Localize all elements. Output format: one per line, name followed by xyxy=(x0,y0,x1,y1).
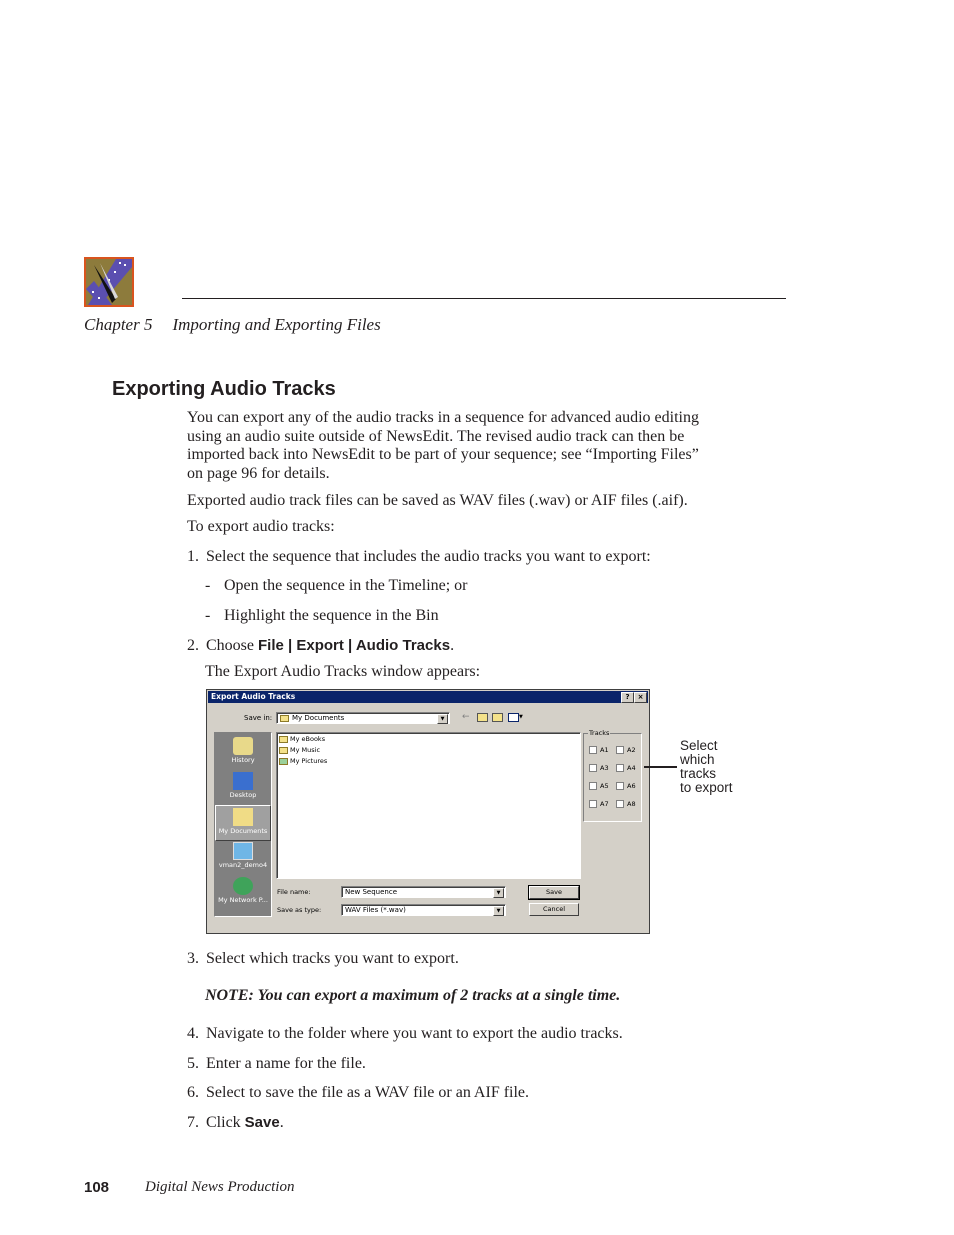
place-my-computer[interactable]: vman2_demo4 xyxy=(215,840,271,876)
track-checkbox-a1[interactable]: A1 xyxy=(589,746,609,754)
track-checkbox-a8[interactable]: A8 xyxy=(616,800,636,808)
save-in-dropdown[interactable]: My Documents ▼ xyxy=(276,712,450,724)
file-item[interactable]: My Music xyxy=(279,746,320,754)
intro-line: imported back into NewsEdit to be part o… xyxy=(187,446,699,463)
save-reference: Save xyxy=(244,1114,280,1131)
book-title: Digital News Production xyxy=(145,1179,295,1195)
chapter-heading: Chapter 5 Importing and Exporting Files xyxy=(84,315,381,335)
chevron-down-icon[interactable]: ▼ xyxy=(493,906,504,916)
place-my-documents[interactable]: My Documents xyxy=(215,805,271,841)
note: NOTE: You can export a maximum of 2 trac… xyxy=(205,987,621,1004)
intro-paragraph: You can export any of the audio tracks i… xyxy=(187,409,732,483)
history-icon xyxy=(233,737,253,755)
chevron-down-icon[interactable]: ▼ xyxy=(437,714,448,724)
cancel-button[interactable]: Cancel xyxy=(529,903,579,916)
view-dropdown-arrow-icon[interactable]: ▼ xyxy=(519,712,523,722)
save-in-label: Save in: xyxy=(244,714,273,722)
track-checkbox-a3[interactable]: A3 xyxy=(589,764,609,772)
my-documents-icon xyxy=(280,714,289,722)
file-name-value: New Sequence xyxy=(345,888,398,896)
place-history[interactable]: History xyxy=(215,735,271,771)
header-rule xyxy=(182,298,786,299)
chevron-down-icon[interactable]: ▼ xyxy=(493,888,504,898)
step-7: 7. Click Save. xyxy=(187,1114,284,1131)
export-audio-tracks-dialog: Export Audio Tracks ? × Save in: My Docu… xyxy=(206,689,650,934)
checkbox[interactable] xyxy=(616,764,624,772)
place-network[interactable]: My Network P... xyxy=(215,875,271,911)
chapter-label: Chapter 5 xyxy=(84,315,153,334)
desktop-icon xyxy=(233,772,253,790)
step-1: 1. Select the sequence that includes the … xyxy=(187,548,651,565)
lead-in: To export audio tracks: xyxy=(187,518,335,535)
file-name-label: File name: xyxy=(277,888,311,896)
step-6: 6. Select to save the file as a WAV file … xyxy=(187,1084,530,1101)
network-places-icon xyxy=(233,877,253,895)
checkbox[interactable] xyxy=(589,746,597,754)
checkbox[interactable] xyxy=(589,800,597,808)
chapter-title: Importing and Exporting Files xyxy=(172,315,381,334)
intro-line: You can export any of the audio tracks i… xyxy=(187,409,699,426)
checkbox[interactable] xyxy=(616,782,624,790)
track-checkbox-a4[interactable]: A4 xyxy=(616,764,636,772)
track-checkbox-a5[interactable]: A5 xyxy=(589,782,609,790)
formats-paragraph: Exported audio track files can be saved … xyxy=(187,492,688,509)
help-button[interactable]: ? xyxy=(621,692,634,703)
track-checkbox-a6[interactable]: A6 xyxy=(616,782,636,790)
menu-path: File | Export | Audio Tracks xyxy=(258,637,451,654)
file-list[interactable]: My eBooks My Music My Pictures xyxy=(276,732,581,879)
new-folder-icon[interactable] xyxy=(492,713,503,722)
close-button[interactable]: × xyxy=(634,692,647,703)
save-in-value: My Documents xyxy=(292,714,345,722)
computer-icon xyxy=(233,842,253,860)
checkbox[interactable] xyxy=(589,764,597,772)
checkbox[interactable] xyxy=(616,800,624,808)
callout-leader-line xyxy=(644,766,677,768)
checkbox[interactable] xyxy=(616,746,624,754)
dialog-title: Export Audio Tracks xyxy=(211,692,296,701)
file-item[interactable]: My Pictures xyxy=(279,757,327,765)
folder-icon xyxy=(279,735,288,743)
intro-line: using an audio suite outside of NewsEdit… xyxy=(187,427,685,445)
dialog-titlebar: Export Audio Tracks ? × xyxy=(208,691,648,703)
section-title: Exporting Audio Tracks xyxy=(112,378,336,400)
checkbox[interactable] xyxy=(589,782,597,790)
places-bar: History Desktop My Documents vman2_demo4… xyxy=(214,732,272,917)
page-number: 108 xyxy=(84,1179,110,1196)
track-checkbox-a2[interactable]: A2 xyxy=(616,746,636,754)
substep-2: - Highlight the sequence in the Bin xyxy=(205,607,439,624)
track-checkbox-a7[interactable]: A7 xyxy=(589,800,609,808)
place-desktop[interactable]: Desktop xyxy=(215,770,271,806)
file-item[interactable]: My eBooks xyxy=(279,735,325,743)
step-3: 3. Select which tracks you want to export… xyxy=(187,950,459,967)
up-folder-icon[interactable] xyxy=(477,713,488,722)
folder-icon xyxy=(279,746,288,754)
save-as-type-value: WAV Files (*.wav) xyxy=(345,906,406,914)
save-as-type-select[interactable]: WAV Files (*.wav) ▼ xyxy=(341,904,506,916)
substep-1: - Open the sequence in the Timeline; or xyxy=(205,577,468,594)
step-2: 2. Choose File | Export | Audio Tracks. xyxy=(187,637,455,654)
pictures-folder-icon xyxy=(279,757,288,765)
step-5: 5. Enter a name for the file. xyxy=(187,1055,366,1072)
save-as-type-label: Save as type: xyxy=(277,906,322,914)
intro-line: on page 96 for details. xyxy=(187,464,330,482)
chapter-logo-icon xyxy=(84,257,134,307)
tracks-legend: Tracks xyxy=(588,729,611,737)
my-documents-icon xyxy=(233,808,253,826)
save-button[interactable]: Save xyxy=(528,885,580,900)
back-arrow-icon[interactable]: ← xyxy=(462,712,470,722)
step-2-result: The Export Audio Tracks window appears: xyxy=(205,663,481,680)
view-menu-icon[interactable] xyxy=(508,713,519,722)
callout-text: Select which tracks to export xyxy=(680,738,733,795)
file-name-input[interactable]: New Sequence ▼ xyxy=(341,886,506,898)
step-4: 4. Navigate to the folder where you want … xyxy=(187,1025,623,1042)
tracks-group: Tracks A1 A2 A3 A4 A5 A6 A7 A8 xyxy=(583,729,642,822)
